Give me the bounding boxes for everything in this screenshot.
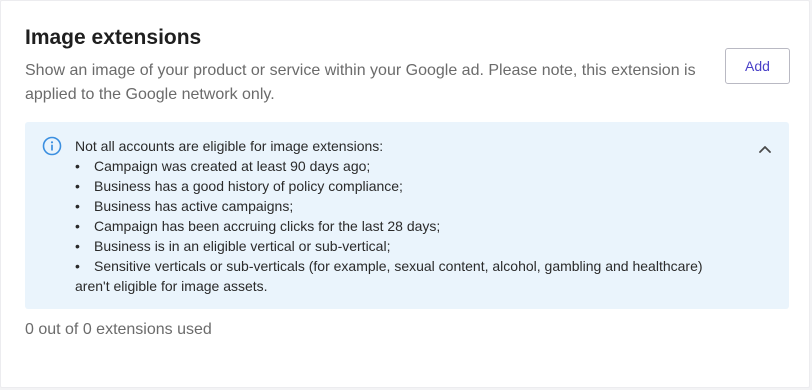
list-item: • Business has active campaigns;	[75, 196, 735, 216]
section-title: Image extensions	[25, 26, 202, 49]
list-item-text: Business is in an eligible vertical or s…	[94, 238, 391, 254]
list-item-text: Business has active campaigns;	[94, 198, 294, 214]
image-extensions-card: Image extensions Show an image of your p…	[0, 0, 810, 388]
chevron-up-icon[interactable]	[753, 139, 777, 159]
bullet: •	[75, 238, 80, 254]
list-item: • Campaign was created at least 90 days a…	[75, 156, 735, 176]
list-item: • Business is in an eligible vertical or …	[75, 236, 735, 256]
info-icon	[42, 136, 62, 156]
list-item-text: Campaign has been accruing clicks for th…	[94, 218, 441, 234]
section-description: Show an image of your product or service…	[25, 62, 696, 103]
bullet: •	[75, 178, 80, 194]
notice-heading: Not all accounts are eligible for image …	[75, 138, 384, 154]
list-item: • Business has a good history of policy c…	[75, 176, 735, 196]
list-item: • Campaign has been accruing clicks for t…	[75, 216, 735, 236]
bullet: •	[75, 218, 80, 234]
bullet: •	[75, 258, 80, 274]
notice-text: Not all accounts are eligible for image …	[75, 136, 735, 296]
list-item: • Sensitive verticals or sub-verticals (f…	[75, 256, 735, 296]
extensions-usage-count: 0 out of 0 extensions used	[25, 321, 212, 338]
eligibility-notice: Not all accounts are eligible for image …	[25, 122, 789, 309]
list-item-text: Sensitive verticals or sub-verticals (fo…	[75, 258, 703, 294]
eligibility-list: • Campaign was created at least 90 days a…	[75, 156, 735, 296]
list-item-text: Campaign was created at least 90 days ag…	[94, 158, 371, 174]
bullet: •	[75, 158, 80, 174]
bullet: •	[75, 198, 80, 214]
add-button[interactable]: Add	[725, 48, 790, 84]
list-item-text: Business has a good history of policy co…	[94, 178, 403, 194]
